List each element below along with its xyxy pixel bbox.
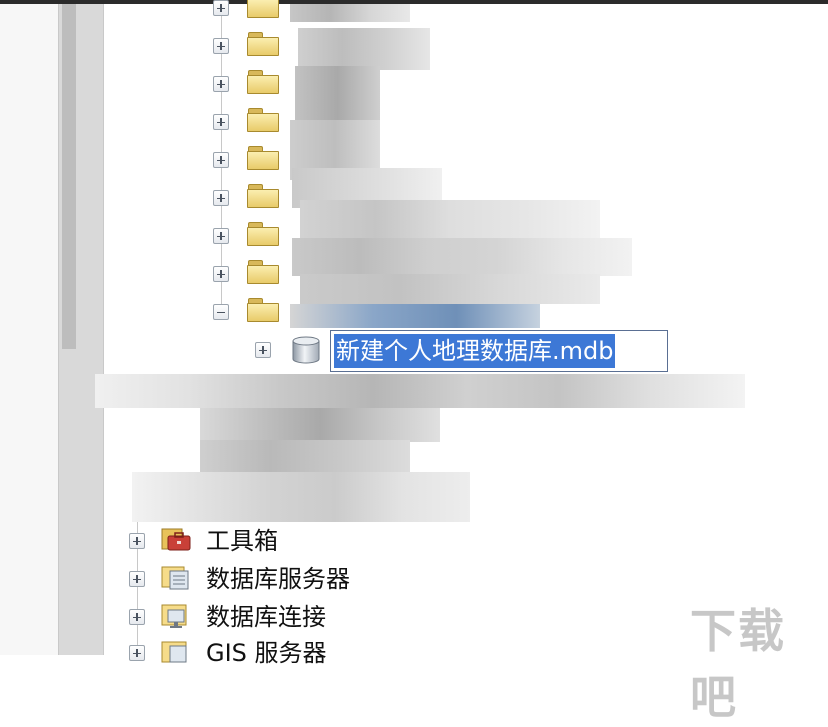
- folder-icon: [247, 70, 279, 94]
- left-margin: [0, 4, 58, 655]
- database-connections-label: 数据库连接: [206, 603, 326, 631]
- pixelated-redaction: [200, 440, 410, 474]
- folder-icon: [247, 32, 279, 56]
- gis-servers-label: GIS 服务器: [206, 639, 327, 667]
- expand-button[interactable]: [213, 190, 229, 206]
- expand-button[interactable]: [213, 76, 229, 92]
- pixelated-redaction: [300, 200, 600, 240]
- expand-button[interactable]: [213, 38, 229, 54]
- folder-icon: [247, 108, 279, 132]
- pixelated-redaction: [292, 238, 632, 276]
- expand-button[interactable]: [213, 0, 229, 16]
- expand-button[interactable]: [213, 152, 229, 168]
- folder-icon: [247, 222, 279, 246]
- pixelated-redaction: [95, 374, 745, 408]
- folder-icon: [247, 0, 279, 18]
- rename-input-value[interactable]: 新建个人地理数据库.mdb: [334, 334, 616, 368]
- toolbox-label: 工具箱: [206, 527, 278, 555]
- database-connection-icon: [161, 604, 187, 628]
- database-server-icon: [161, 566, 189, 590]
- pixelated-redaction: [200, 408, 440, 442]
- pixelated-redaction: [298, 28, 430, 70]
- watermark-logo: 下载吧: [690, 604, 786, 724]
- expand-button[interactable]: [129, 533, 145, 549]
- pixelated-redaction: [290, 4, 410, 22]
- expand-button[interactable]: [213, 114, 229, 130]
- collapse-button[interactable]: [213, 304, 229, 320]
- folder-icon: [247, 260, 279, 284]
- folder-icon: [247, 146, 279, 170]
- expand-button[interactable]: [129, 571, 145, 587]
- pixelated-redaction: [295, 66, 380, 122]
- expand-button[interactable]: [129, 645, 145, 661]
- pixelated-redaction: [300, 274, 600, 304]
- database-servers-label: 数据库服务器: [206, 565, 350, 593]
- database-icon: [292, 336, 320, 364]
- folder-icon: [247, 298, 279, 322]
- folder-icon: [247, 184, 279, 208]
- expand-button[interactable]: [255, 342, 271, 358]
- expand-button[interactable]: [213, 266, 229, 282]
- toolbox-icon: [161, 528, 191, 551]
- pixelated-redaction: [290, 304, 540, 328]
- expand-button[interactable]: [129, 609, 145, 625]
- expand-button[interactable]: [213, 228, 229, 244]
- gis-server-icon: [161, 641, 187, 663]
- window-top-border: [0, 0, 828, 4]
- pixelated-redaction: [132, 472, 470, 522]
- scrollbar-thumb[interactable]: [62, 4, 76, 349]
